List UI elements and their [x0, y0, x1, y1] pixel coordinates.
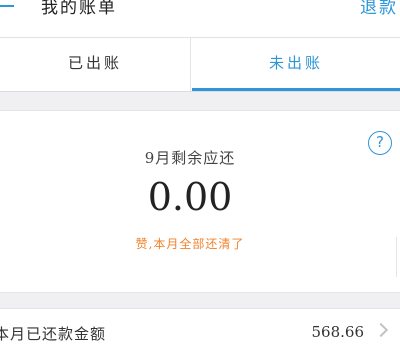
chevron-right-icon	[373, 322, 389, 338]
bill-page: 我的账单 退款 已出账 未出账 ? 9月剩余应还 0.00 赞,本月全部还清了 …	[0, 0, 400, 356]
repaid-value: 568.66	[311, 323, 365, 341]
tab-unbilled[interactable]: 未出账	[192, 38, 400, 91]
tab-billed[interactable]: 已出账	[0, 38, 190, 91]
header-bar: 我的账单 退款	[0, 0, 400, 38]
page-title: 我的账单	[41, 0, 117, 18]
repaid-label: 本月已还款金额	[0, 325, 107, 343]
back-icon[interactable]	[0, 0, 20, 22]
tab-separator	[190, 38, 191, 91]
bill-tabs: 已出账 未出账	[0, 38, 400, 91]
tabs-divider	[0, 91, 400, 92]
refund-link[interactable]: 退款	[360, 0, 398, 19]
remaining-amount: 0.00	[147, 175, 233, 219]
status-message: 赞,本月全部还清了	[135, 237, 245, 251]
bill-summary-card: ? 9月剩余应还 0.00 赞,本月全部还清了	[0, 110, 400, 293]
card-edge	[396, 237, 400, 277]
repaid-amount-row[interactable]: 本月已还款金额 568.66	[0, 308, 400, 356]
period-due-label: 9月剩余应还	[144, 149, 236, 167]
